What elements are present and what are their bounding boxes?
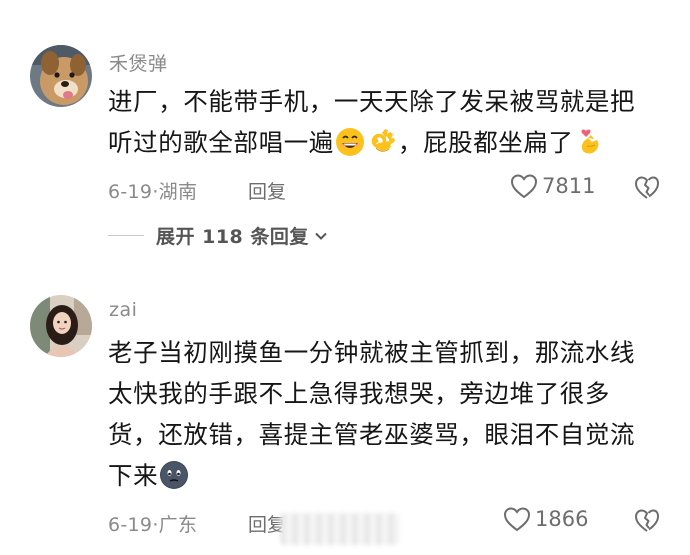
ok-hand-emoji [371, 129, 395, 152]
chevron-down-icon [315, 232, 327, 240]
comment-item: 禾煲弹 进厂，不能带手机，一天天除了发呆被骂就是把 听过的歌全部唱一遍 ，屁股都… [0, 0, 690, 260]
comment-line: 太快我的手跟不上急得我想哭，旁边堆了很多 [108, 379, 610, 408]
username[interactable]: zai [109, 299, 137, 321]
avatar[interactable] [30, 45, 92, 107]
comment-line-text: 下来 [108, 461, 159, 490]
comment-location: 湖南 [158, 181, 198, 203]
dark-face-emoji [160, 461, 189, 489]
blurred-overlay [280, 513, 400, 545]
broken-heart-icon[interactable] [634, 508, 660, 534]
heart-outline-icon [510, 174, 538, 199]
like-button[interactable]: 1866 [503, 506, 588, 532]
comment-date: 6-19 [108, 514, 153, 536]
comment-date: 6-19 [108, 181, 153, 203]
broken-heart-icon[interactable] [634, 175, 660, 201]
comment-line: 进厂，不能带手机，一天天除了发呆被骂就是把 [108, 87, 636, 116]
comment-line: 货，还放错，喜提主管老巫婆骂，眼泪不自觉流 [108, 420, 636, 449]
grinning-face-emoji [335, 128, 364, 156]
like-button[interactable]: 7811 [510, 173, 595, 199]
comment-text: 进厂，不能带手机，一天天除了发呆被骂就是把 听过的歌全部唱一遍 ，屁股都坐扁了 [108, 81, 683, 163]
comment-location: 广东 [158, 514, 198, 536]
expand-replies-button[interactable]: 展开 118 条回复 [108, 222, 328, 249]
comment-line: 老子当初刚摸鱼一分钟就被主管抓到，那流水线 [108, 338, 636, 367]
like-count: 7811 [542, 174, 596, 198]
person-avatar-icon [30, 295, 92, 357]
comment-line-text: ，屁股都坐扁了 [397, 128, 574, 157]
comment-line-text: 听过的歌全部唱一遍 [108, 128, 334, 157]
divider [108, 235, 144, 236]
finger-heart-emoji [581, 129, 599, 154]
comment-text: 老子当初刚摸鱼一分钟就被主管抓到，那流水线 太快我的手跟不上急得我想哭，旁边堆了… [108, 332, 683, 496]
username[interactable]: 禾煲弹 [109, 49, 168, 76]
like-count: 1866 [535, 507, 589, 531]
avatar[interactable] [30, 295, 92, 357]
comment-line: 听过的歌全部唱一遍 ，屁股都坐扁了 [108, 122, 683, 163]
reply-button[interactable]: 回复 [248, 177, 286, 204]
comment-meta: 6-19·广东 [108, 510, 197, 537]
dog-avatar-icon [30, 45, 92, 107]
comment-line: 下来 [108, 455, 683, 496]
heart-outline-icon [503, 507, 531, 532]
expand-replies-label: 展开 118 条回复 [156, 226, 309, 248]
comment-meta: 6-19·湖南 [108, 177, 197, 204]
